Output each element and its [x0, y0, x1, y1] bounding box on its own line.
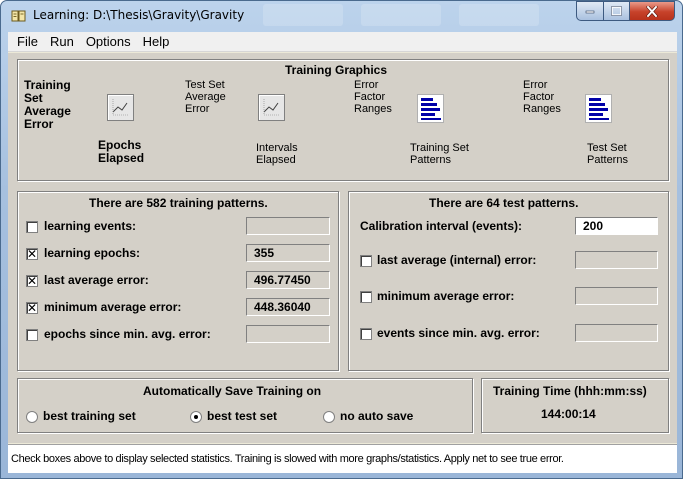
maximize-icon [611, 6, 622, 16]
label-line: Intervals [256, 142, 298, 154]
training-patterns-header: There are 582 training patterns. [89, 196, 268, 210]
title-bar[interactable]: Learning: D:\Thesis\Gravity\Gravity [1, 1, 682, 31]
label-line: Elapsed [98, 151, 145, 165]
maximize-button[interactable] [603, 1, 630, 21]
epochs-since-min-error-checkbox[interactable] [26, 329, 38, 341]
minimum-average-error-checkbox[interactable]: ✕ [26, 302, 38, 314]
label-line: Error [354, 79, 379, 91]
last-average-internal-error-checkbox[interactable] [360, 255, 372, 267]
test-minimum-average-error-checkbox[interactable] [360, 291, 372, 303]
application-window: Learning: D:\Thesis\Gravity\Gravity File [0, 0, 683, 479]
label-line: Error [24, 117, 54, 131]
test-error-factor-ranges-label: Error Factor Ranges [523, 79, 561, 115]
training-graphics-panel: Training Graphics Training Set Average E… [17, 59, 669, 181]
close-button[interactable] [629, 1, 675, 21]
radio-selected-dot [194, 415, 198, 419]
learning-events-checkbox[interactable] [26, 221, 38, 233]
minimize-button[interactable] [576, 1, 604, 21]
label-line: Average [185, 91, 226, 103]
auto-save-title: Automatically Save Training on [143, 384, 322, 398]
calibration-interval-label: Calibration interval (events): [360, 219, 523, 233]
last-average-internal-error-value [575, 251, 658, 269]
label-line: Training Set [410, 142, 469, 154]
training-time-value: 144:00:14 [541, 407, 596, 421]
training-error-factor-ranges-label: Error Factor Ranges [354, 79, 392, 115]
epochs-elapsed-label: Epochs Elapsed [98, 139, 144, 165]
last-average-error-value: 496.77450 [246, 271, 330, 289]
best-test-set-label: best test set [207, 409, 278, 423]
line-graph-icon [112, 99, 129, 116]
close-icon [646, 5, 658, 17]
label-line: Elapsed [256, 154, 296, 166]
client-area: File Run Options Help Training Graphics … [8, 32, 677, 473]
epochs-since-min-error-label: epochs since min. avg. error: [44, 327, 211, 341]
label-line: Ranges [523, 103, 561, 115]
test-set-patterns-label: Test Set Patterns [587, 142, 628, 166]
calibration-interval-input[interactable]: 200 [575, 217, 658, 235]
status-text: Check boxes above to display selected st… [11, 453, 564, 465]
bar-graph-icon [589, 98, 609, 120]
background-window-ghost [459, 4, 539, 26]
intervals-elapsed-label: Intervals Elapsed [256, 142, 298, 166]
learning-events-label: learning events: [44, 219, 137, 233]
training-time-title: Training Time (hhh:mm:ss) [493, 384, 647, 398]
test-minimum-average-error-label: minimum average error: [377, 289, 515, 303]
menu-file[interactable]: File [12, 34, 43, 49]
last-average-internal-error-label: last average (internal) error: [377, 253, 537, 267]
bar-graph-icon [421, 98, 441, 120]
window-title: Learning: D:\Thesis\Gravity\Gravity [33, 8, 245, 22]
learning-epochs-checkbox[interactable]: ✕ [26, 248, 38, 260]
minimum-average-error-value: 448.36040 [246, 298, 330, 316]
epochs-since-min-error-value [246, 325, 330, 343]
label-line: Factor [523, 91, 555, 103]
line-graph-icon [263, 99, 280, 116]
learning-epochs-value: 355 [246, 244, 330, 262]
training-set-patterns-label: Training Set Patterns [410, 142, 469, 166]
best-test-set-radio[interactable] [190, 411, 202, 423]
minimize-icon [585, 10, 595, 14]
best-training-set-label: best training set [43, 409, 136, 423]
learning-events-value [246, 217, 330, 235]
menu-bar: File Run Options Help [8, 32, 677, 52]
background-window-ghost [361, 4, 441, 26]
label-line: Patterns [587, 154, 628, 166]
training-patterns-panel: There are 582 training patterns. learnin… [17, 191, 339, 371]
status-bar: Check boxes above to display selected st… [8, 444, 677, 473]
test-patterns-panel: There are 64 test patterns. Calibration … [348, 191, 669, 371]
label-line: Test Set [185, 79, 225, 91]
test-patterns-header: There are 64 test patterns. [429, 196, 579, 210]
events-since-min-error-label: events since min. avg. error: [377, 326, 540, 340]
label-line: Factor [354, 91, 386, 103]
auto-save-panel: Automatically Save Training on best trai… [17, 378, 473, 433]
last-average-error-checkbox[interactable]: ✕ [26, 275, 38, 287]
no-auto-save-label: no auto save [340, 409, 414, 423]
label-line: Ranges [354, 103, 392, 115]
test-set-average-error-label: Test Set Average Error [185, 79, 226, 115]
label-line: Error [185, 103, 210, 115]
label-line: Error [523, 79, 548, 91]
training-set-patterns-graph-button[interactable] [417, 94, 444, 123]
test-minimum-average-error-value [575, 287, 658, 305]
training-set-average-error-label: Training Set Average Error [24, 79, 71, 131]
best-training-set-radio[interactable] [26, 411, 38, 423]
learning-epochs-label: learning epochs: [44, 246, 141, 260]
book-icon [11, 10, 26, 22]
training-graphics-title: Training Graphics [285, 63, 388, 77]
background-window-ghost [263, 4, 343, 26]
events-since-min-error-value [575, 324, 658, 342]
menu-run[interactable]: Run [45, 34, 79, 49]
training-set-average-error-graph-button[interactable] [107, 94, 134, 121]
menu-options[interactable]: Options [81, 34, 136, 49]
training-time-panel: Training Time (hhh:mm:ss) 144:00:14 [481, 378, 669, 433]
events-since-min-error-checkbox[interactable] [360, 328, 372, 340]
menu-help[interactable]: Help [138, 34, 175, 49]
dialog-content: Training Graphics Training Set Average E… [8, 53, 677, 443]
minimum-average-error-label: minimum average error: [44, 300, 182, 314]
test-set-patterns-graph-button[interactable] [585, 94, 612, 123]
test-set-average-error-graph-button[interactable] [258, 94, 285, 121]
label-line: Patterns [410, 154, 451, 166]
no-auto-save-radio[interactable] [323, 411, 335, 423]
label-line: Test Set [587, 142, 627, 154]
last-average-error-label: last average error: [44, 273, 149, 287]
